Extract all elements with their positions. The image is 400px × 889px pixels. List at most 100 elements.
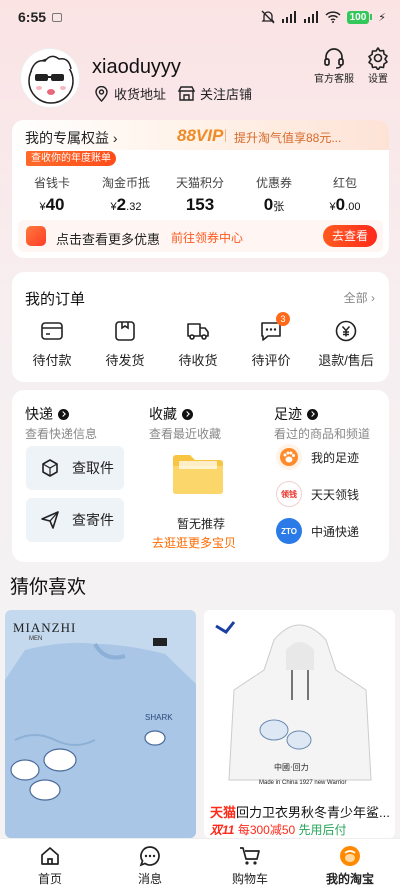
benefit-item-tmall-points[interactable]: 天猫积分 153	[170, 174, 230, 215]
orders-card: 我的订单 全部 › 待付款 待发货 待收货 3 待评价 退款/售后	[12, 272, 389, 382]
benefit-item-savings-card[interactable]: 省钱卡 ¥40	[22, 174, 82, 215]
benefits-card: 我的专属权益 › 88VIP 提升淘气值享88元... 查收你的年度账单 省钱卡…	[12, 120, 389, 258]
zto-icon: ZTO	[276, 518, 302, 544]
battery-level: 100	[346, 10, 370, 24]
pickup-button[interactable]: 查取件	[26, 446, 124, 490]
arrow-right-icon	[58, 408, 69, 420]
order-pending-receipt[interactable]: 待收货	[160, 318, 236, 369]
footprints-subtitle: 看过的商品和频道	[274, 427, 371, 441]
followed-shops-link[interactable]: 关注店铺	[178, 84, 252, 103]
tab-my-taobao[interactable]: 我的淘宝	[310, 845, 390, 887]
wifi-icon	[325, 11, 341, 23]
browse-more-link[interactable]: 去逛逛更多宝贝	[152, 534, 236, 551]
status-bar: 6:55 100 ⚡	[0, 0, 400, 34]
tab-messages[interactable]: 消息	[110, 845, 190, 887]
refund-icon	[333, 318, 359, 344]
vip-pitch[interactable]: 提升淘气值享88元...	[234, 129, 341, 146]
comment-icon: 3	[258, 312, 290, 344]
cart-icon	[239, 845, 261, 867]
shop-icon	[178, 86, 195, 101]
coupon-icon	[26, 226, 46, 246]
battery-icon: 100	[346, 10, 373, 24]
benefits-title[interactable]: 我的专属权益 ›	[25, 128, 118, 148]
promo-text: 点击查看更多优惠	[56, 232, 161, 247]
all-orders-link[interactable]: 全部 ›	[344, 289, 375, 306]
order-pending-shipment[interactable]: 待发货	[87, 318, 163, 369]
benefit-item-red-packet[interactable]: 红包 ¥0.00	[315, 174, 375, 215]
favorites-empty-text: 暂无推荐	[176, 517, 225, 531]
headset-icon	[324, 48, 344, 69]
gear-icon	[368, 47, 388, 70]
view-button[interactable]: 去查看	[323, 225, 377, 247]
product-card[interactable]: MIANZHI MEN SHARK	[5, 610, 196, 838]
footprint-item-my-footprints[interactable]: 我的足迹	[276, 444, 359, 470]
product-title: 天猫回力卫衣男秋冬青少年鲨...	[210, 805, 390, 820]
settings-label: 设置	[368, 74, 388, 85]
orders-title: 我的订单	[25, 291, 86, 308]
username[interactable]: xiaoduyyy	[92, 56, 181, 79]
footprints-title[interactable]: 足迹	[274, 404, 318, 424]
address-label: 收货地址	[114, 87, 167, 102]
product-promo: 双11 每300减50 先用后付	[210, 823, 347, 837]
benefit-item-coins[interactable]: 淘金币抵 ¥2.32	[96, 174, 156, 215]
home-icon	[39, 845, 61, 867]
mute-icon	[261, 10, 275, 24]
package-icon	[112, 318, 138, 344]
customer-service-button[interactable]: 官方客服	[314, 46, 354, 85]
svg-text:中國·回力: 中國·回力	[274, 762, 309, 772]
paper-plane-icon	[41, 511, 59, 529]
send-button[interactable]: 查寄件	[26, 498, 124, 542]
year-report-tag[interactable]: 查收你的年度账单	[26, 151, 116, 166]
svg-text:SHARK: SHARK	[145, 713, 173, 722]
express-subtitle: 查看快递信息	[25, 427, 98, 441]
send-label: 查寄件	[72, 512, 114, 528]
tools-card: 快递 查看快递信息 查取件 查寄件 收藏 查看最近收藏 暂无推荐 去逛逛更多宝贝…	[12, 390, 389, 562]
status-icons: 100 ⚡	[261, 10, 386, 24]
folder-icon	[170, 450, 226, 496]
profile-header: xiaoduyyy 收货地址 关注店铺 官方客服 设置	[20, 46, 388, 108]
paw-icon	[276, 444, 302, 470]
arrow-right-icon	[182, 408, 193, 420]
arrow-right-icon	[307, 408, 318, 420]
status-time: 6:55	[18, 9, 47, 25]
signal-icon	[281, 11, 296, 23]
review-count-badge: 3	[276, 312, 290, 326]
tab-cart[interactable]: 购物车	[210, 845, 290, 887]
order-pending-payment[interactable]: 待付款	[14, 318, 90, 369]
my-taobao-icon	[339, 845, 361, 867]
product-card[interactable]: 中國·回力 Made in China 1927 new Warrior 天猫回…	[204, 610, 395, 838]
recommend-title: 猜你喜欢	[10, 577, 87, 598]
location-icon	[95, 85, 108, 102]
tab-home[interactable]: 首页	[10, 845, 90, 887]
bottom-tab-bar: 首页 消息 购物车 我的淘宝	[0, 838, 400, 889]
vip-badge[interactable]: 88VIP	[177, 126, 223, 146]
pickup-label: 查取件	[72, 460, 114, 476]
product-image: 中國·回力 Made in China 1927 new Warrior	[204, 610, 395, 795]
coupon-promo-bar[interactable]: 点击查看更多优惠 前往领券中心 去查看	[18, 220, 383, 252]
footprint-item-daily-cash[interactable]: 领钱 天天领钱	[276, 481, 359, 507]
customer-service-label: 官方客服	[314, 74, 354, 85]
svg-text:Made in China 1927 new Warrior: Made in China 1927 new Warrior	[259, 780, 347, 786]
express-title[interactable]: 快递	[25, 404, 69, 424]
footprint-item-zto-express[interactable]: ZTO 中通快递	[276, 518, 359, 544]
benefit-item-coupons[interactable]: 优惠券 0张	[244, 174, 304, 215]
daily-cash-icon: 领钱	[276, 481, 302, 507]
settings-button[interactable]: 设置	[366, 46, 390, 85]
coupon-center-link[interactable]: 前往领券中心	[171, 229, 243, 246]
tmall-tag: 天猫	[210, 805, 237, 820]
order-refund[interactable]: 退款/售后	[308, 318, 384, 369]
avatar[interactable]	[20, 48, 80, 108]
signal-2-icon	[303, 11, 318, 23]
notification-icon	[52, 12, 63, 22]
favorites-subtitle: 查看最近收藏	[149, 427, 222, 441]
followed-shops-label: 关注店铺	[200, 87, 253, 102]
wallet-icon	[39, 318, 65, 344]
order-pending-review[interactable]: 3 待评价	[233, 312, 309, 369]
truck-icon	[185, 318, 211, 344]
cube-icon	[42, 459, 58, 477]
charging-icon: ⚡	[378, 11, 386, 24]
address-link[interactable]: 收货地址	[94, 84, 166, 103]
favorites-title[interactable]: 收藏	[149, 404, 193, 424]
product-image: SHARK	[5, 638, 196, 838]
message-icon	[139, 845, 161, 867]
